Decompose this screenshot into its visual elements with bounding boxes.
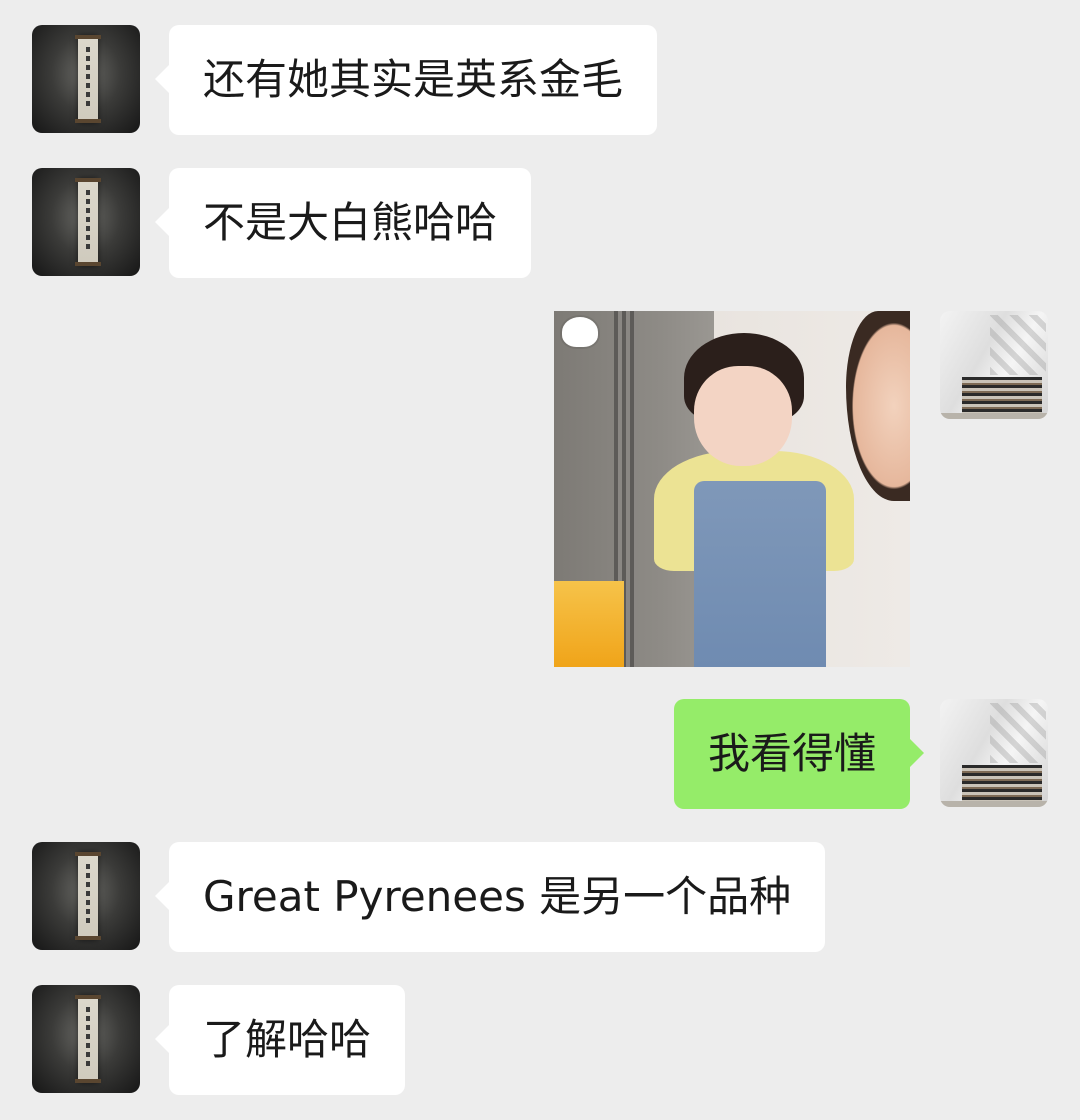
books-icon: [962, 765, 1042, 805]
ghost-badge-icon: [562, 317, 598, 347]
friend-avatar[interactable]: [32, 842, 140, 950]
friend-avatar[interactable]: [32, 25, 140, 133]
scroll-painting-icon: [75, 995, 101, 1083]
incoming-message-bubble[interactable]: Great Pyrenees 是另一个品种: [154, 842, 826, 952]
books-icon: [962, 377, 1042, 417]
self-avatar[interactable]: [940, 311, 1048, 419]
friend-avatar[interactable]: [32, 168, 140, 276]
outgoing-message-bubble[interactable]: 我看得懂: [673, 699, 925, 809]
message-row: Great Pyrenees 是另一个品种: [0, 842, 1080, 952]
scroll-painting-icon: [75, 178, 101, 266]
message-row: 我看得懂: [0, 699, 1080, 809]
message-row: 了解哈哈: [0, 985, 1080, 1095]
chat-conversation: 还有她其实是英系金毛 不是大白熊哈哈 我看得懂 Great Pyrenees 是…: [0, 0, 1080, 1120]
sticker-image[interactable]: [554, 311, 910, 667]
message-row: 不是大白熊哈哈: [0, 168, 1080, 278]
message-row: [0, 311, 1080, 667]
incoming-message-bubble[interactable]: 不是大白熊哈哈: [154, 168, 532, 278]
friend-avatar[interactable]: [32, 985, 140, 1093]
scroll-painting-icon: [75, 852, 101, 940]
self-avatar[interactable]: [940, 699, 1048, 807]
incoming-message-bubble[interactable]: 了解哈哈: [154, 985, 406, 1095]
incoming-message-bubble[interactable]: 还有她其实是英系金毛: [154, 25, 658, 135]
message-row: 还有她其实是英系金毛: [0, 25, 1080, 135]
scroll-painting-icon: [75, 35, 101, 123]
